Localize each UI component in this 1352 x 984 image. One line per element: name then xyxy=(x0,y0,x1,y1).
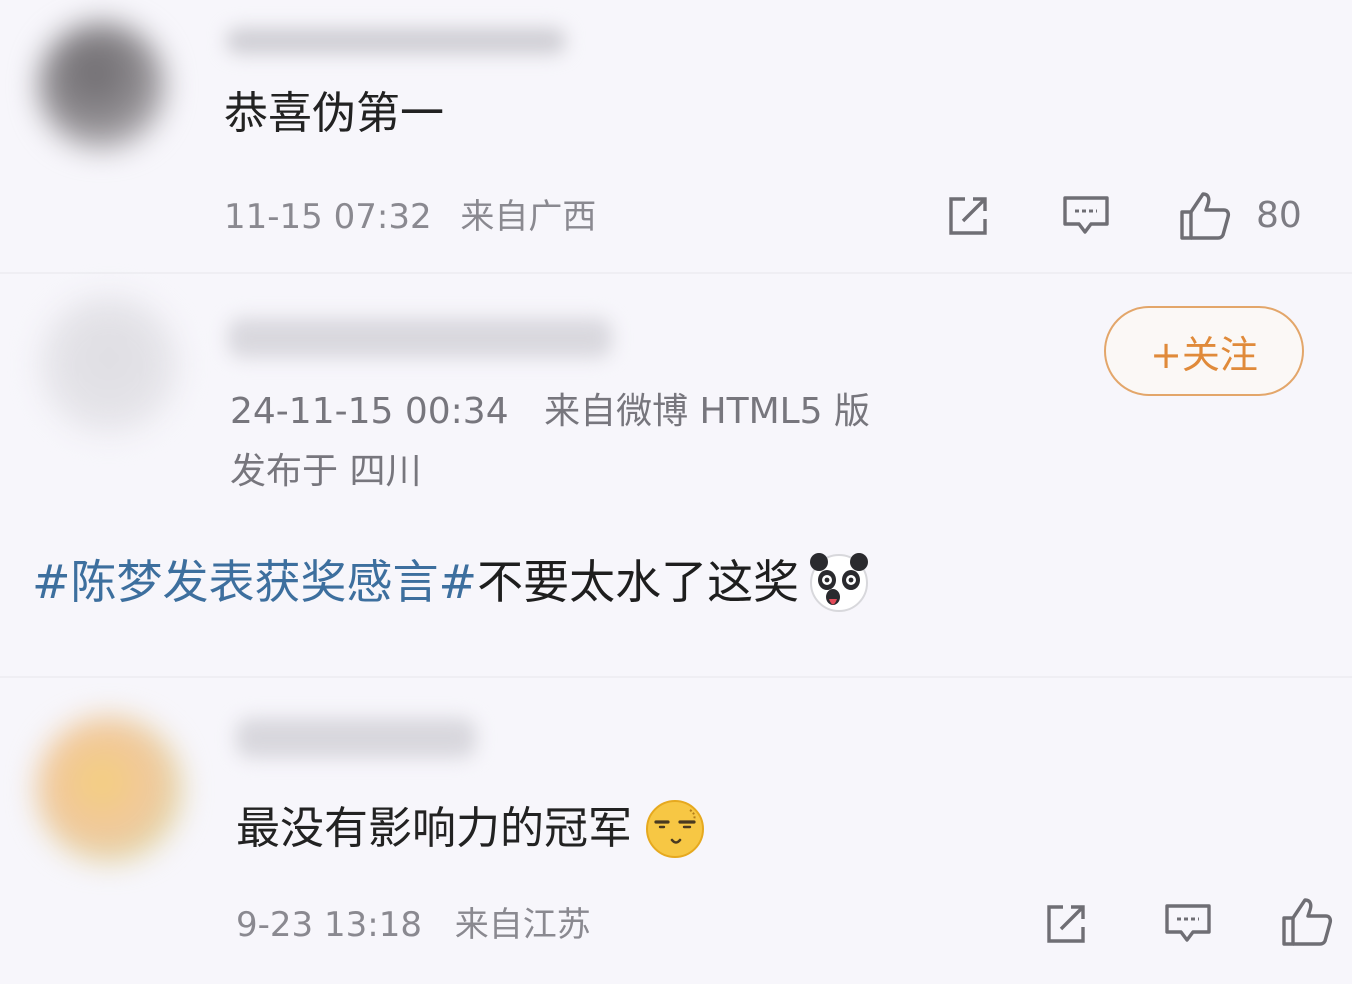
panda-face-emoji xyxy=(810,553,869,612)
like-count: 80 xyxy=(1256,195,1302,236)
username-blurred[interactable] xyxy=(236,718,476,758)
speechless-face-emoji xyxy=(646,800,704,858)
avatar[interactable] xyxy=(40,296,178,434)
follow-button[interactable]: +关注 xyxy=(1104,306,1304,396)
comment-icon xyxy=(1063,196,1109,234)
comment-text: 恭喜伪第一 xyxy=(224,88,444,139)
comment-location: 来自广西 xyxy=(460,197,597,237)
comment-item: 恭喜伪第一 11-15 07:32 来自广西 80 xyxy=(0,0,1352,270)
comment-button[interactable] xyxy=(1060,190,1112,242)
comment-item: 最没有影响力的冠军 9-23 13:18 来自江苏 xyxy=(0,678,1352,984)
share-icon xyxy=(949,197,987,235)
share-button[interactable] xyxy=(942,190,994,242)
username-blurred[interactable] xyxy=(226,28,566,54)
comment-text: 最没有影响力的冠军 xyxy=(236,798,706,860)
comment-meta: 11-15 07:32 来自广西 xyxy=(224,200,596,234)
post-body: #陈梦发表获奖感言# 不要太水了这奖 xyxy=(32,550,871,614)
thumbs-up-icon xyxy=(1180,192,1231,240)
thumbs-up-icon xyxy=(1282,898,1333,946)
avatar[interactable] xyxy=(38,22,166,150)
comment-meta: 9-23 13:18 来自江苏 xyxy=(236,908,591,942)
post-item: +关注 24-11-15 00:34 来自微博 HTML5 版 发布于 四川 #… xyxy=(0,274,1352,674)
like-button[interactable]: 80 xyxy=(1178,190,1302,242)
share-icon xyxy=(1047,905,1085,943)
share-button[interactable] xyxy=(1040,898,1092,950)
comment-location: 来自江苏 xyxy=(454,905,591,945)
post-meta: 24-11-15 00:34 来自微博 HTML5 版 xyxy=(230,394,870,430)
username-blurred[interactable] xyxy=(228,318,612,358)
post-time: 24-11-15 00:34 xyxy=(230,391,509,432)
comment-icon xyxy=(1165,904,1211,942)
avatar[interactable] xyxy=(36,716,182,862)
post-location: 发布于 四川 xyxy=(230,451,422,492)
like-button[interactable] xyxy=(1280,896,1334,948)
hashtag-link[interactable]: #陈梦发表获奖感言# xyxy=(32,559,477,605)
comment-button[interactable] xyxy=(1162,898,1214,950)
comment-text-content: 最没有影响力的冠军 xyxy=(236,803,632,854)
comment-time: 9-23 13:18 xyxy=(236,905,422,945)
post-text: 不要太水了这奖 xyxy=(477,555,800,609)
post-source: 来自微博 HTML5 版 xyxy=(544,391,871,432)
comment-time: 11-15 07:32 xyxy=(224,197,432,237)
